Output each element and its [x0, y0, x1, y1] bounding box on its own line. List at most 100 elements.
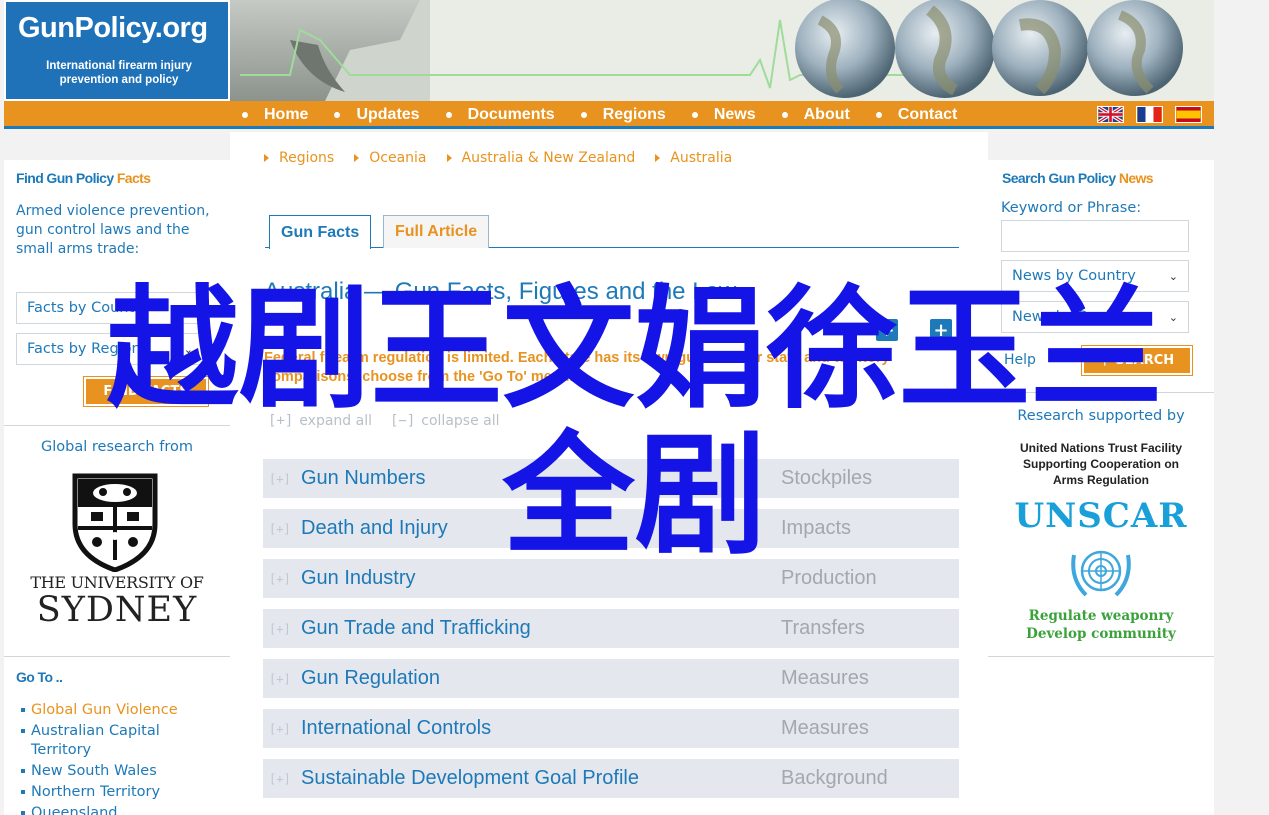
tab-bar: Gun Facts Full Article: [265, 215, 959, 249]
university-crest-icon[interactable]: [69, 472, 161, 572]
tagline-line1: Regulate weaponry: [1028, 608, 1174, 624]
nav-regions[interactable]: Regions: [580, 106, 666, 124]
unscar-tagline: Regulate weaponry Develop community: [988, 607, 1214, 643]
select-value: News by Region: [1012, 309, 1128, 325]
nav-label: Home: [264, 106, 309, 123]
france-flag-icon[interactable]: [1136, 106, 1163, 123]
add-plus-icon[interactable]: +: [930, 319, 952, 341]
goto-item-qld[interactable]: Queensland: [16, 804, 216, 815]
tab-gun-facts[interactable]: Gun Facts: [269, 215, 372, 249]
section-row[interactable]: [+] Gun Regulation Measures: [263, 659, 959, 698]
bullet-icon: [691, 112, 698, 118]
site-logo[interactable]: GunPolicy.org International firearm inju…: [4, 0, 230, 101]
university-name-line2: SYDNEY: [36, 590, 198, 630]
keyword-input[interactable]: [1001, 220, 1189, 252]
bullet-icon: [781, 112, 788, 118]
language-flags: [1085, 106, 1202, 123]
nav-label: Updates: [356, 106, 420, 123]
logo-subtitle: International firearm injury prevention …: [16, 59, 222, 87]
collapse-all-label: collapse all: [421, 413, 500, 429]
section-row[interactable]: [+] Death and Injury Impacts: [263, 509, 959, 548]
bullet-icon: [580, 112, 587, 118]
nav-home[interactable]: Home: [242, 106, 308, 124]
logo-title: GunPolicy.org: [18, 12, 208, 44]
keyword-label: Keyword or Phrase:: [1001, 200, 1142, 216]
un-emblem-icon[interactable]: [1068, 545, 1134, 601]
expand-icon: [+]: [269, 621, 291, 636]
goto-heading: Go To ..: [16, 669, 63, 685]
chevron-down-icon: ⌄: [1168, 310, 1178, 324]
search-button[interactable]: ⚲ SEARCH: [1082, 346, 1192, 375]
caret-right-icon: [446, 154, 452, 162]
page-title: Australia — Gun Facts, Figures and the L…: [264, 278, 737, 305]
un-line1: United Nations Trust Facility: [1019, 441, 1183, 455]
caret-right-icon: [354, 154, 360, 162]
nav-label: Regions: [602, 106, 666, 123]
section-row[interactable]: [+] Gun Industry Production: [263, 559, 959, 598]
breadcrumb-item[interactable]: Australia & New Zealand: [446, 150, 635, 166]
nav-about[interactable]: About: [781, 106, 850, 124]
goto-item-nsw[interactable]: New South Wales: [16, 762, 216, 781]
section-row[interactable]: [+] International Controls Measures: [263, 709, 959, 748]
goto-item-nt[interactable]: Northern Territory: [16, 783, 216, 802]
facts-by-region-select[interactable]: Facts by Region ⌄: [16, 333, 204, 365]
tab-full-article[interactable]: Full Article: [383, 215, 490, 248]
section-row[interactable]: [+] Gun Trade and Trafficking Transfers: [263, 609, 959, 648]
bullet-icon: [445, 112, 452, 118]
chevron-down-icon: ⌄: [1168, 269, 1178, 283]
select-value: Facts by Region: [27, 341, 141, 357]
share-plus-icon[interactable]: +: [876, 319, 898, 341]
uk-flag-icon[interactable]: [1097, 106, 1124, 123]
nav-contact[interactable]: Contact: [875, 106, 958, 124]
banner-image: [230, 0, 1214, 101]
breadcrumb-item[interactable]: Regions: [264, 150, 334, 166]
collapse-icon: [−]: [389, 413, 416, 429]
unscar-logo-text: UNSCAR: [1014, 496, 1188, 536]
goto-list: Global Gun Violence Australian Capital T…: [16, 701, 216, 815]
news-by-country-select[interactable]: News by Country ⌄: [1001, 260, 1189, 292]
breadcrumb-item[interactable]: Australia: [655, 150, 732, 166]
caret-right-icon: [264, 154, 269, 162]
search-news-heading: Search Gun Policy News: [1002, 170, 1154, 186]
expand-all-link[interactable]: [+] expand all: [268, 413, 372, 429]
facts-by-country-select[interactable]: Facts by Country ⌄: [16, 292, 204, 324]
goto-item-act[interactable]: Australian Capital Territory: [16, 722, 216, 760]
page: GunPolicy.org International firearm inju…: [0, 0, 1269, 815]
collapse-all-link[interactable]: [−] collapse all: [390, 413, 500, 429]
section-title: Death and Injury: [301, 517, 448, 539]
expand-icon: [+]: [269, 521, 291, 536]
find-facts-heading: Find Gun Policy Facts: [16, 170, 151, 186]
expand-icon: [+]: [268, 413, 294, 429]
crumb-label: Oceania: [369, 150, 427, 166]
section-row[interactable]: [+] Gun Numbers Stockpiles: [263, 459, 959, 498]
heading-accent: Facts: [116, 170, 151, 186]
un-line2: Supporting Cooperation on: [1023, 457, 1179, 471]
nav-label: News: [713, 106, 756, 123]
section-category: Impacts: [781, 517, 852, 539]
breadcrumb-item[interactable]: Oceania: [354, 150, 427, 166]
fact-sections: [+] Gun Numbers Stockpiles [+] Death and In…: [263, 459, 959, 809]
section-row[interactable]: [+] Sustainable Development Goal Profile B…: [263, 759, 959, 798]
news-by-region-select[interactable]: News by Region ⌄: [1001, 301, 1189, 333]
global-research-label: Global research from: [41, 439, 193, 455]
nav-label: Contact: [897, 106, 958, 123]
intro-text: Federal firearm regulation is limited. E…: [264, 350, 890, 385]
section-category: Measures: [781, 717, 869, 739]
help-link[interactable]: Help: [1004, 351, 1036, 370]
section-category: Measures: [781, 667, 869, 689]
nav-documents[interactable]: Documents: [445, 106, 555, 124]
section-title: Gun Numbers: [301, 467, 426, 489]
nav-news[interactable]: News: [691, 106, 756, 124]
select-value: Facts by Country: [27, 300, 149, 316]
logo-subtitle-line2: prevention and policy: [59, 74, 179, 86]
spain-flag-icon[interactable]: [1175, 106, 1202, 123]
nav-items: Home Updates Documents Regions News Abou…: [242, 101, 983, 129]
nav-updates[interactable]: Updates: [334, 106, 420, 124]
section-title: International Controls: [301, 717, 492, 739]
nav-label: Documents: [467, 106, 555, 123]
goto-item-global[interactable]: Global Gun Violence: [16, 701, 216, 720]
find-facts-button[interactable]: FIND FACTS: [84, 377, 208, 406]
section-category: Background: [781, 767, 888, 789]
tagline-line2: Develop community: [1026, 626, 1176, 642]
divider: [4, 656, 230, 657]
